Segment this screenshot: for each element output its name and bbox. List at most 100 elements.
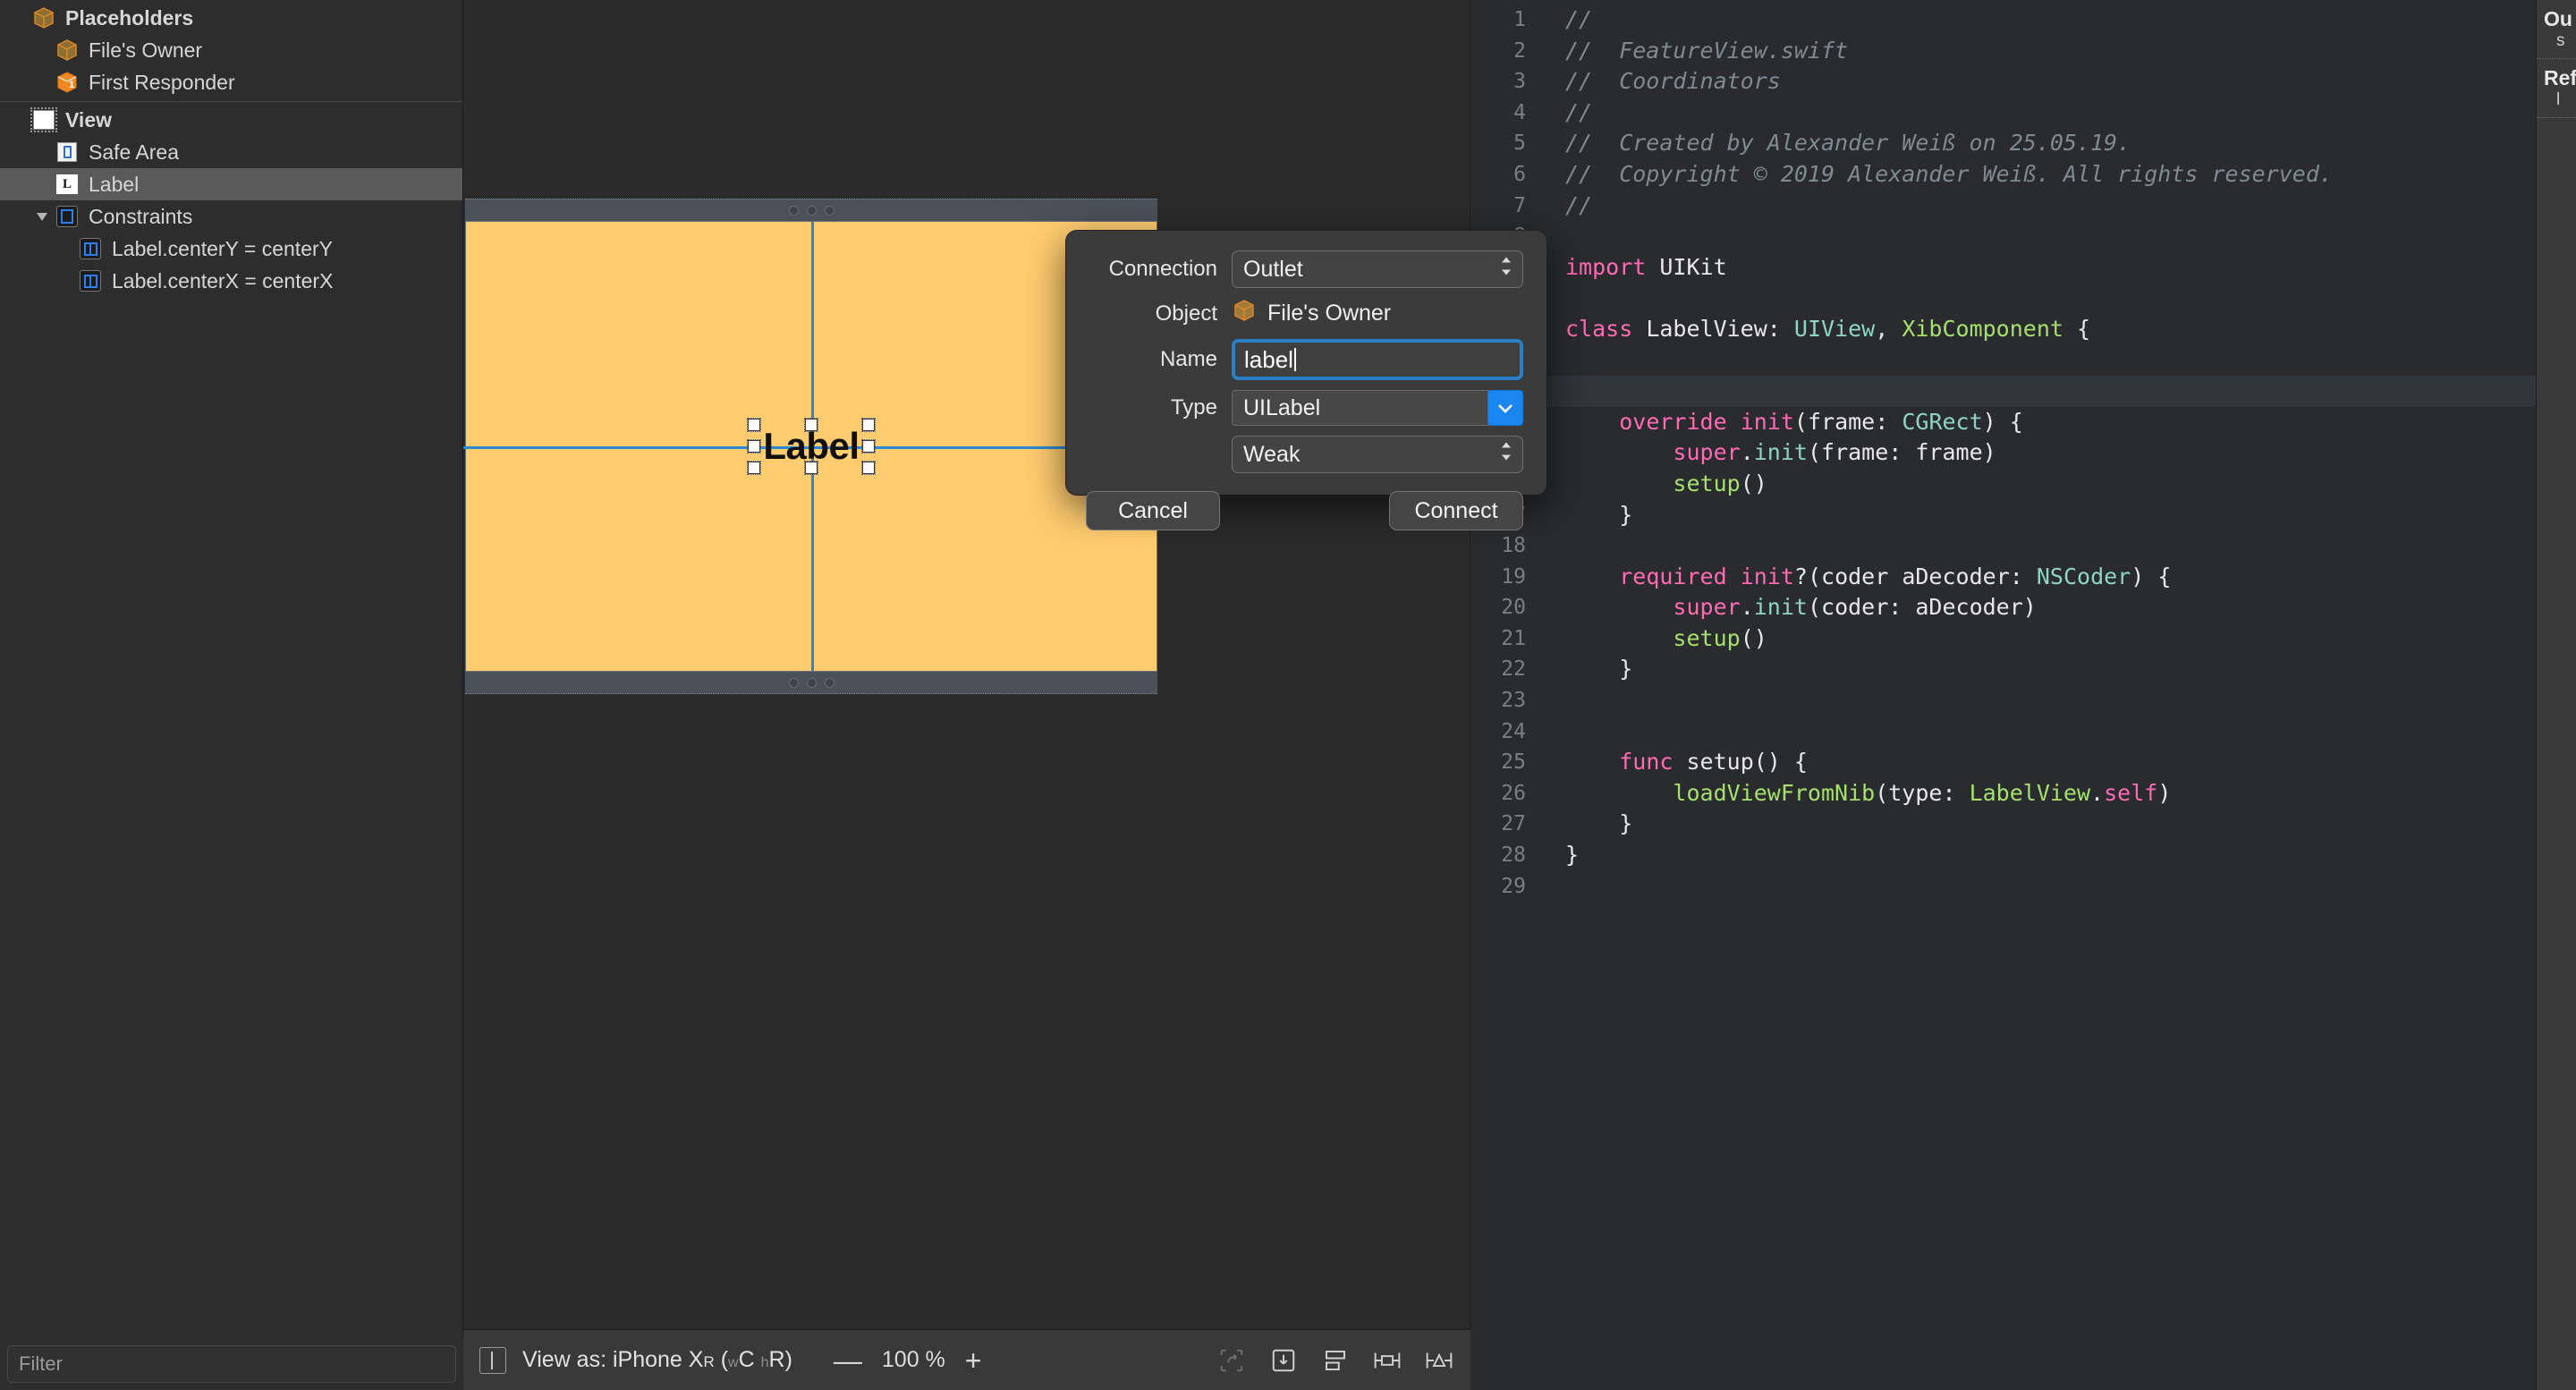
align-icon[interactable] (1320, 1347, 1351, 1374)
code-line[interactable]: 6 // Copyright © 2019 Alexander Weiß. All… (1470, 159, 2576, 191)
toggle-outline-icon[interactable] (479, 1346, 506, 1374)
name-value: label (1244, 345, 1293, 373)
outline-row-constraint[interactable]: Label.centerY = centerY (0, 233, 462, 265)
code-line[interactable]: 17 } (1470, 500, 2576, 531)
zoom-out-button[interactable]: — (834, 1346, 862, 1375)
code-line[interactable]: 16 setup() (1470, 469, 2576, 500)
code-text: setup() (1673, 470, 1767, 496)
outline-row-file-owner[interactable]: File's Owner (0, 34, 462, 66)
line-number: 22 (1501, 657, 1526, 682)
inspector-section[interactable]: Ou s (2537, 0, 2576, 59)
storage-popup[interactable]: Weak (1232, 436, 1523, 473)
device-screen[interactable]: Label (463, 222, 1461, 671)
add-constraints-icon[interactable] (1372, 1347, 1402, 1374)
type-combobox[interactable]: UILabel (1232, 390, 1523, 426)
code-line[interactable]: 9import UIKit (1470, 252, 2576, 284)
code-line[interactable]: 1 // (1470, 4, 2576, 36)
connection-popup[interactable]: Outlet (1232, 250, 1523, 288)
chevron-down-icon[interactable] (1487, 390, 1523, 426)
code-line[interactable]: 24 (1470, 716, 2576, 748)
outline-filter-bar: Filter (0, 1337, 463, 1390)
code-line[interactable]: 22 } (1470, 654, 2576, 685)
outline-row-first-responder[interactable]: 1 First Responder (0, 66, 462, 98)
resize-handle-e[interactable] (861, 439, 876, 453)
resize-handle-w[interactable] (747, 439, 761, 453)
code-line[interactable]: 12 (1470, 345, 2576, 377)
outline-row-constraints[interactable]: Constraints (0, 200, 462, 233)
code-text: func setup() { (1619, 749, 1808, 776)
code-line[interactable]: 2 // FeatureView.swift (1470, 36, 2576, 67)
resize-handle-nw[interactable] (747, 418, 761, 432)
filter-input[interactable]: Filter (7, 1344, 456, 1383)
code-text: // (1565, 6, 1593, 32)
create-outlet-dialog[interactable]: Connection Outlet Object File's Owner Na… (1066, 231, 1546, 530)
code-line[interactable]: 28} (1470, 840, 2576, 871)
inspector-section-item: s (2556, 31, 2565, 50)
code-line[interactable]: 18 (1470, 530, 2576, 562)
line-number: 25 (1501, 750, 1526, 775)
inspector-section[interactable]: Ref l (2537, 59, 2576, 118)
connect-button[interactable]: Connect (1389, 491, 1523, 530)
code-line[interactable]: 25 func setup() { (1470, 747, 2576, 778)
selected-label-element[interactable]: Label (747, 418, 876, 475)
resize-handle-ne[interactable] (861, 418, 876, 432)
top-bar-dots-icon (788, 205, 835, 216)
outline-tree[interactable]: Placeholders File's Owner 1 First Responder… (0, 0, 462, 297)
size-class-close: ) (784, 1347, 792, 1372)
size-class-open: ( (720, 1347, 729, 1372)
code-content[interactable]: 1 // 2 // FeatureView.swift 3 // Coordinators… (1470, 0, 2576, 1390)
code-text: setup() (1673, 624, 1767, 651)
code-line[interactable]: 21 setup() (1470, 623, 2576, 655)
code-line[interactable]: 27 } (1470, 809, 2576, 840)
canvas-area[interactable]: Label (463, 0, 1470, 1329)
outline-row-label[interactable]: L Label (0, 168, 462, 200)
resolve-issues-icon[interactable] (1424, 1347, 1454, 1374)
code-line[interactable]: 10 (1470, 283, 2576, 314)
code-line[interactable]: 7 // (1470, 191, 2576, 222)
outline-row-view[interactable]: View (0, 104, 462, 136)
code-line[interactable]: 23 (1470, 685, 2576, 716)
outline-row-constraint[interactable]: Label.centerX = centerX (0, 265, 462, 297)
type-label: Type (1170, 395, 1217, 420)
update-frames-icon[interactable] (1216, 1347, 1247, 1374)
line-number: 5 (1513, 131, 1526, 156)
source-editor[interactable]: 1 // 2 // FeatureView.swift 3 // Coordinators… (1470, 0, 2576, 1390)
first-responder-icon: 1 (54, 70, 80, 95)
code-line[interactable]: 3 // Coordinators (1470, 66, 2576, 97)
code-line[interactable]: 13 (1470, 376, 2576, 407)
embed-in-icon[interactable] (1268, 1347, 1299, 1374)
constraint-icon (77, 270, 104, 292)
view-as-control[interactable]: View as: iPhone XR (wC hR) (522, 1347, 792, 1373)
resize-handle-se[interactable] (861, 461, 876, 475)
outline-row-safe-area[interactable]: Safe Area (0, 136, 462, 168)
name-input[interactable]: label (1232, 339, 1523, 380)
resize-handle-n[interactable] (804, 418, 818, 432)
code-line[interactable]: 14 override init(frame: CGRect) { (1470, 407, 2576, 438)
code-text: } (1565, 656, 1633, 682)
code-line[interactable]: 4 // (1470, 97, 2576, 129)
code-line[interactable]: 8 (1470, 221, 2576, 252)
zoom-in-button[interactable]: + (965, 1346, 982, 1375)
code-line[interactable]: 26 loadViewFromNib(type: LabelView.self) (1470, 778, 2576, 809)
resize-handle-sw[interactable] (747, 461, 761, 475)
cancel-button[interactable]: Cancel (1086, 491, 1220, 530)
code-line[interactable]: 20 super.init(coder: aDecoder) (1470, 592, 2576, 623)
connections-inspector[interactable]: Ou s Ref l (2536, 0, 2576, 1390)
code-line[interactable]: 19 required init?(coder aDecoder: NSCode… (1470, 562, 2576, 593)
code-line[interactable]: 15 super.init(frame: frame) (1470, 437, 2576, 469)
disclosure-triangle-icon[interactable] (30, 211, 54, 222)
filter-placeholder: Filter (19, 1352, 63, 1375)
outline-row-label: Label.centerX = centerX (112, 268, 334, 292)
code-line[interactable]: 11class LabelView: UIView, XibComponent … (1470, 314, 2576, 345)
resize-handle-s[interactable] (804, 461, 818, 475)
connection-label: Connection (1108, 257, 1217, 281)
constraints-icon (54, 206, 80, 227)
inspector-section-title: Ref (2544, 66, 2576, 89)
interface-builder-canvas: Label View as: iPhone XR (wC hR) — 100 %… (463, 0, 1470, 1390)
code-line[interactable]: 29 (1470, 871, 2576, 903)
outline-row-placeholder-root[interactable]: Placeholders (0, 2, 462, 34)
code-text: class LabelView: UIView, XibComponent { (1565, 315, 2091, 342)
object-value-group[interactable]: File's Owner (1232, 298, 1523, 329)
code-line[interactable]: 5 // Created by Alexander Weiß on 25.05.1… (1470, 128, 2576, 159)
cube-icon (54, 38, 80, 63)
